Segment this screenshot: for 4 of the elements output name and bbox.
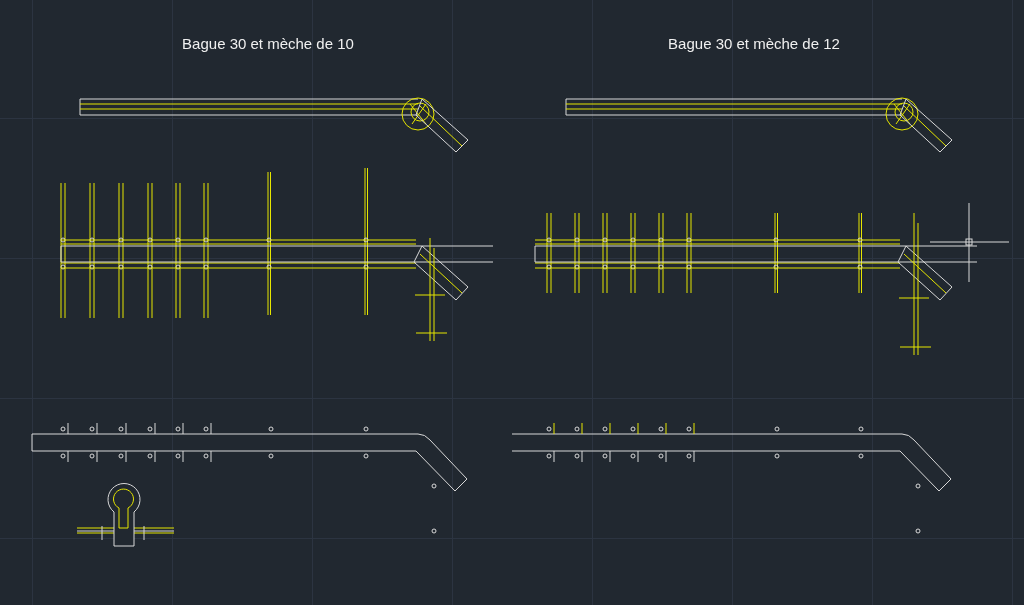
drawing-title: Bague 30 et mèche de 12 — [668, 35, 840, 54]
drawing-title: Bague 30 et mèche de 10 — [182, 35, 354, 54]
drawing-canvas[interactable]: Bague 30 et mèche de 10 Bague 30 et mèche de 12 — [0, 0, 1024, 605]
crosshair-cursor-icon — [929, 202, 1010, 283]
